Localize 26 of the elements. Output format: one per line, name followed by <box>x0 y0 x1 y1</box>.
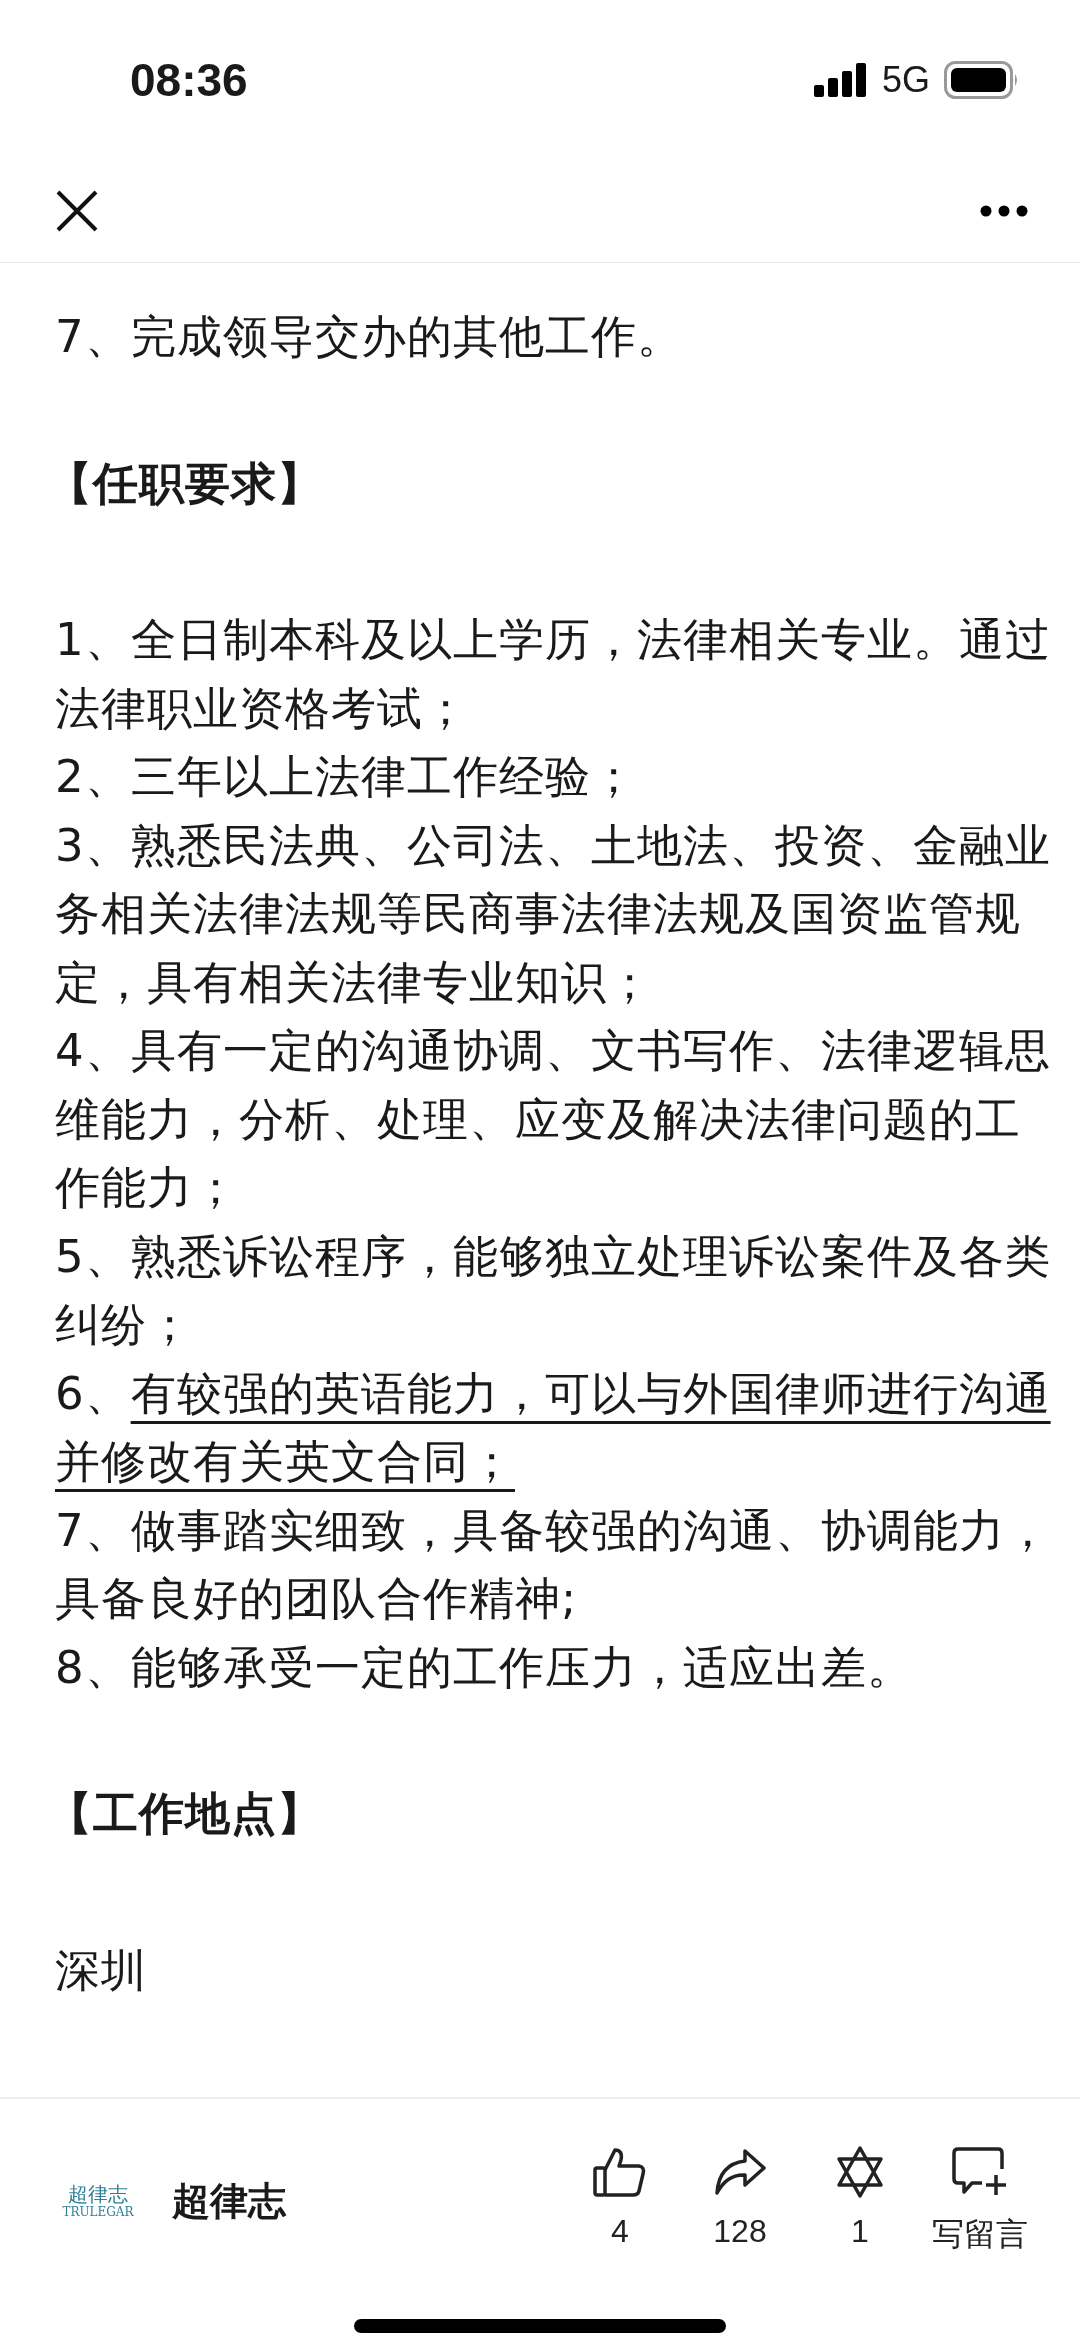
body-text: 深圳 <box>55 1942 148 1999</box>
action-label[interactable]: 写留言 <box>932 2213 1028 2257</box>
list-item: 2、三年以上法律工作经验； <box>55 749 638 805</box>
battery-icon <box>944 61 1020 99</box>
star-icon[interactable] <box>834 2145 886 2199</box>
signal-icon <box>813 63 868 97</box>
thumbs-up-icon[interactable] <box>593 2145 647 2199</box>
network-label: 5G <box>881 59 930 101</box>
action-label[interactable]: 1 <box>851 2213 869 2250</box>
list-item: 5、熟悉诉讼程序，能够独立处理诉讼案件及各类纠纷； <box>55 1228 1052 1353</box>
list-item: 7、完成领导交办的其他工作。 <box>55 309 684 365</box>
close-icon[interactable] <box>55 189 99 233</box>
section-heading: 【任职要求】 <box>47 455 324 512</box>
action-label[interactable]: 4 <box>611 2213 629 2250</box>
action-label[interactable]: 128 <box>713 2213 767 2250</box>
list-item: 3、熟悉民法典、公司法、土地法、投资、金融业务相关法律法规等民商事法律法规及国资监管规定，具有相关法律专业知识； <box>55 817 1052 1011</box>
more-icon[interactable] <box>980 205 1028 217</box>
list-item: 1、全日制本科及以上学历，法律相关专业。通过法律职业资格考试； <box>55 612 1052 737</box>
brand-logo: 超律志 TRULEGAR <box>61 2183 135 2219</box>
list-item: 6、有较强的英语能力，可以与外国律师进行沟通并修改有关英文合同； <box>55 1365 1052 1490</box>
list-item: 7、做事踏实细致，具备较强的沟通、协调能力，具备良好的团队合作精神; <box>55 1502 1052 1627</box>
list-item: 8、能够承受一定的工作压力，适应出差。 <box>55 1639 914 1696</box>
section-heading: 【工作地点】 <box>47 1786 324 1842</box>
list-item: 4、具有一定的沟通协调、文书写作、法律逻辑思维能力，分析、处理、应变及解决法律问题的工作能力； <box>55 1023 1052 1216</box>
account-name[interactable]: 超律志 <box>172 2175 560 2227</box>
status-time: 08:36 <box>130 53 249 107</box>
